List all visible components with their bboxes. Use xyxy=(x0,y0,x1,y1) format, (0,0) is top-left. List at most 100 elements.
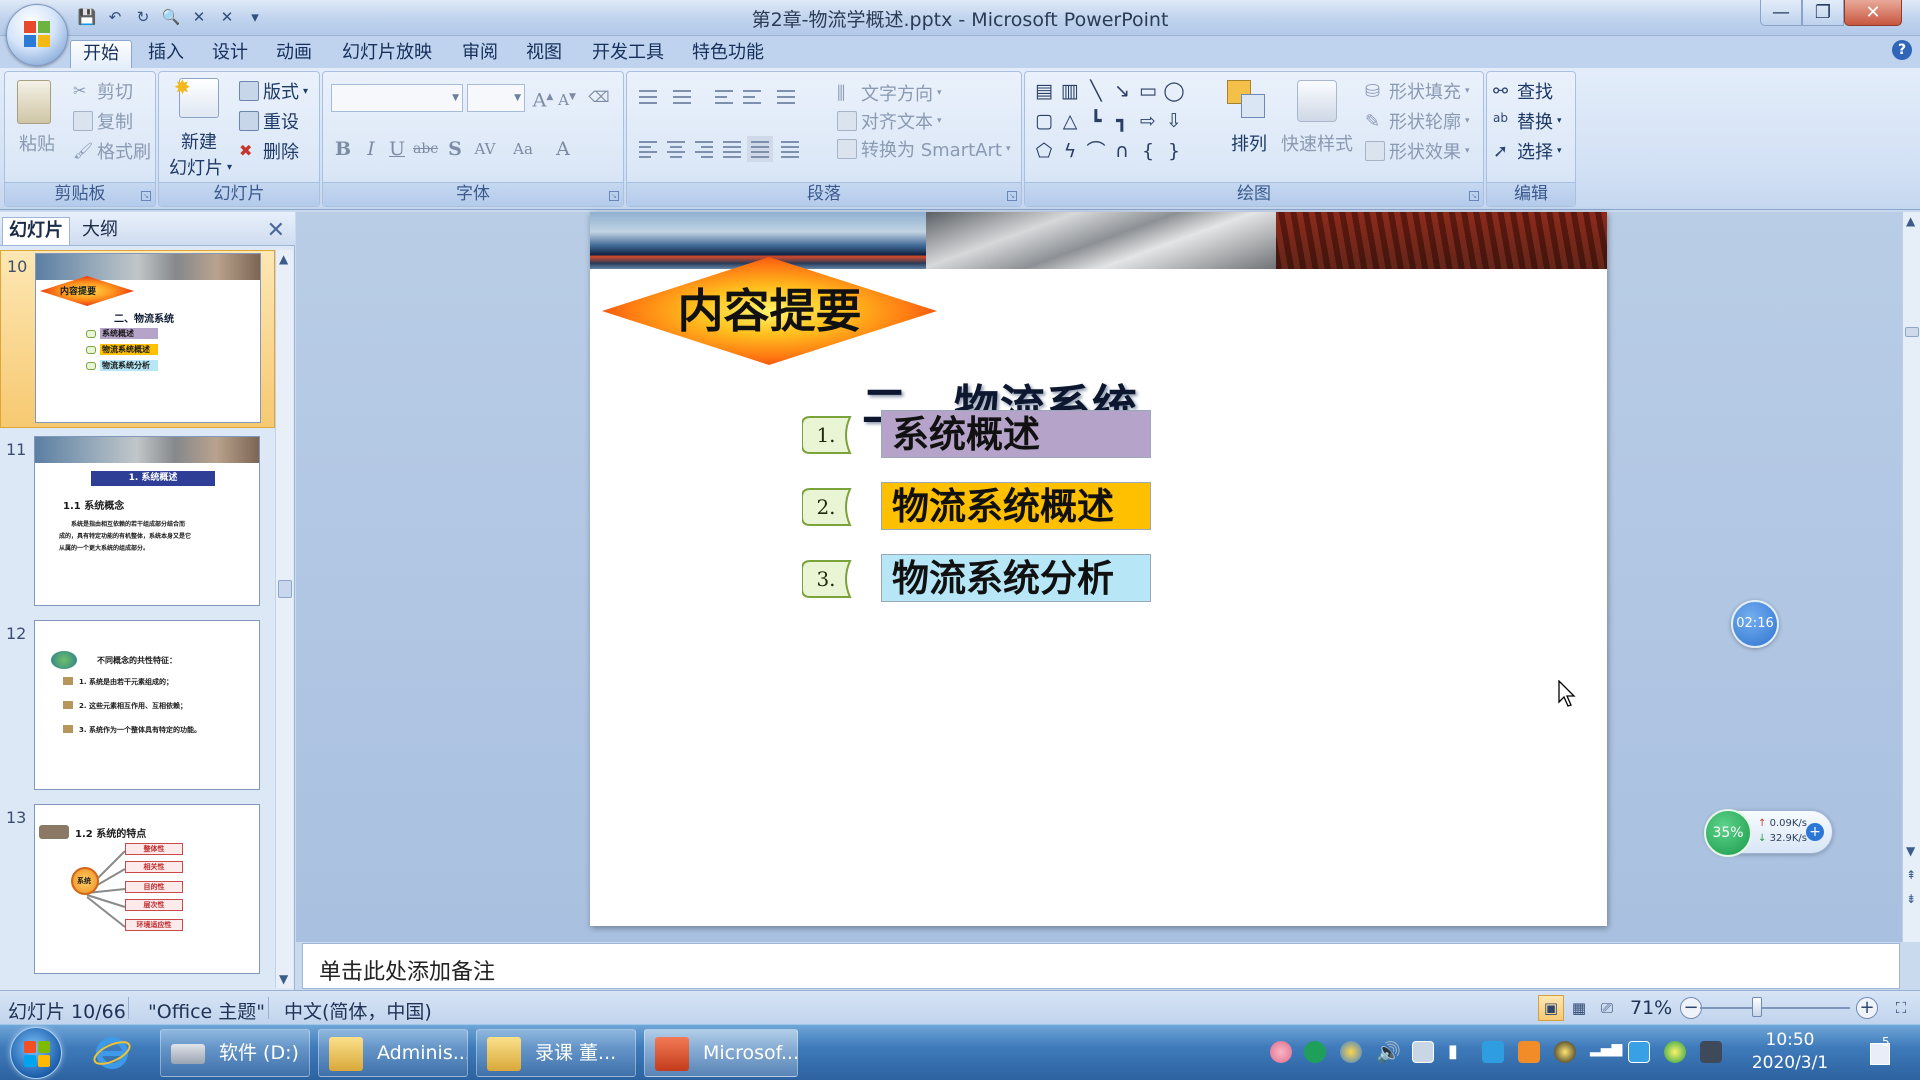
slide-thumbnail[interactable]: 12 不同概念的共性特征： 1. 系统是由若干元素组成的； 2. 这些元素相互作… xyxy=(0,618,275,796)
arrange-button[interactable]: 排列 xyxy=(1231,130,1267,156)
align-left-icon[interactable] xyxy=(635,136,661,162)
triangle-shape-icon[interactable]: △ xyxy=(1059,110,1081,132)
flower-tray-icon[interactable] xyxy=(1270,1041,1292,1063)
office-button[interactable] xyxy=(6,4,68,66)
play-tray-icon[interactable] xyxy=(1304,1041,1326,1063)
taskbar-button-drive[interactable]: 软件 (D:) xyxy=(160,1029,310,1077)
select-button[interactable]: ➚ 选择 ▾ xyxy=(1493,138,1562,164)
recording-timer[interactable]: 02:16 xyxy=(1731,600,1779,648)
tab-developer[interactable]: 开发工具 xyxy=(580,40,676,68)
taskbar-button-explorer[interactable]: Adminis... xyxy=(318,1029,468,1077)
drawing-launcher-icon[interactable]: ↘ xyxy=(1469,191,1479,201)
close-icon[interactable]: ✕ xyxy=(267,218,285,243)
language-indicator[interactable]: 中文(简体，中国) xyxy=(284,997,432,1024)
clipboard-launcher-icon[interactable]: ↘ xyxy=(141,191,151,201)
oval-shape-icon[interactable]: ◯ xyxy=(1163,80,1185,102)
decrease-indent-icon[interactable] xyxy=(711,84,737,110)
copy-button[interactable]: 复制 xyxy=(73,108,133,134)
layout-button[interactable]: 版式 ▾ xyxy=(239,78,308,104)
line-shape-icon[interactable]: ╲ xyxy=(1085,80,1107,102)
align-text-button[interactable]: 对齐文本 ▾ xyxy=(837,108,942,134)
new-slide-dropdown[interactable]: 幻灯片 ▾ xyxy=(169,154,232,180)
tab-slides[interactable]: 幻灯片 xyxy=(2,217,70,245)
new-slide-button[interactable]: 新建 xyxy=(181,128,217,154)
plus-icon[interactable]: + xyxy=(1806,823,1824,841)
distributed-icon[interactable] xyxy=(747,136,773,162)
notes-pane[interactable]: 单击此处添加备注 xyxy=(302,943,1900,989)
scrollbar-thumb[interactable] xyxy=(1905,327,1919,337)
item-box[interactable]: 物流系统分析 xyxy=(881,554,1151,602)
columns-icon[interactable] xyxy=(777,136,803,162)
left-brace-shape-icon[interactable]: { xyxy=(1137,140,1159,162)
replace-button[interactable]: ab 替换 ▾ xyxy=(1493,108,1562,134)
arrow-line-shape-icon[interactable]: ↘ xyxy=(1111,80,1133,102)
slide-thumbnail[interactable]: 13 1.2 系统的特点 系统 整体性 相关性 目的性 层次性 环境适应性 xyxy=(0,802,275,980)
underline-icon[interactable]: U xyxy=(385,136,409,162)
right-arrow-shape-icon[interactable]: ⇨ xyxy=(1137,110,1159,132)
tab-review[interactable]: 审阅 xyxy=(450,40,510,68)
font-launcher-icon[interactable]: ↘ xyxy=(609,191,619,201)
system-clock[interactable]: 10:50 2020/3/1 xyxy=(1740,1029,1840,1075)
display-tray-icon[interactable] xyxy=(1628,1041,1650,1063)
slide-thumbnail[interactable]: 11 1. 系统概述 1.1 系统概念 系统是指由相互依赖的若干组成部分结合而 … xyxy=(0,434,275,612)
cut-button[interactable]: ✂ 剪切 xyxy=(73,78,133,104)
rectangle-shape-icon[interactable]: ▭ xyxy=(1137,80,1159,102)
line-spacing-icon[interactable] xyxy=(773,84,799,110)
align-right-icon[interactable] xyxy=(691,136,717,162)
tab-design[interactable]: 设计 xyxy=(200,40,260,68)
italic-icon[interactable]: I xyxy=(359,136,383,162)
fit-to-window-icon[interactable]: ⛶ xyxy=(1888,995,1914,1021)
slide-thumbnail[interactable]: 10 内容提要 二、物流系统 系统概述 物流系统概述 物流系统分析 xyxy=(0,250,275,428)
text-direction-button[interactable]: ⫼ 文字方向 ▾ xyxy=(837,80,942,106)
reset-button[interactable]: 重设 xyxy=(239,108,299,134)
tab-special-features[interactable]: 特色功能 xyxy=(680,40,776,68)
signal-icon[interactable]: ▂▄▆ xyxy=(1590,1041,1622,1063)
vertical-textbox-shape-icon[interactable]: ▥ xyxy=(1059,80,1081,102)
help-icon[interactable]: ? xyxy=(1892,40,1912,60)
scroll-up-icon[interactable]: ▲ xyxy=(1906,214,1915,228)
convert-smartart-button[interactable]: 转换为 SmartArt ▾ xyxy=(837,136,1010,162)
quick-styles-button[interactable]: 快速样式 xyxy=(1281,130,1353,156)
maximize-button[interactable]: ❐ xyxy=(1802,0,1844,26)
slideshow-view-icon[interactable]: ⎚ xyxy=(1594,995,1620,1021)
paste-button[interactable]: 粘贴 xyxy=(19,130,55,156)
slide-canvas[interactable]: 内容提要 二、物流系统 1. 系统概述 2. 物流系统概述 3. 物流系统分析 xyxy=(590,212,1607,926)
elbow-arrow-icon[interactable]: ┓ xyxy=(1111,110,1133,132)
network-monitor-widget[interactable]: 35% ↑ 0.09K/s ↓ 32.9K/s + xyxy=(1704,809,1833,857)
input-method-icon[interactable] xyxy=(1700,1041,1722,1063)
increase-indent-icon[interactable] xyxy=(739,84,765,110)
arc-shape-icon[interactable]: ⌒ xyxy=(1085,140,1107,162)
shape-effects-button[interactable]: 形状效果 ▾ xyxy=(1365,138,1470,164)
find-button[interactable]: ⚯ 查找 xyxy=(1493,78,1553,104)
item-box[interactable]: 物流系统概述 xyxy=(881,482,1151,530)
slide-scrollbar[interactable]: ▲ ▼ ⇞ ⇟ xyxy=(1902,212,1920,942)
close-button[interactable]: ✕ xyxy=(1844,0,1902,26)
shape-outline-button[interactable]: ✎ 形状轮廓 ▾ xyxy=(1365,108,1470,134)
start-button[interactable] xyxy=(10,1027,62,1079)
zoom-slider[interactable] xyxy=(1700,1007,1850,1009)
normal-view-icon[interactable]: ▣ xyxy=(1538,995,1564,1021)
qq-tray-icon[interactable] xyxy=(1554,1041,1576,1063)
tab-animations[interactable]: 动画 xyxy=(264,40,324,68)
scroll-up-icon[interactable]: ▲ xyxy=(279,252,288,266)
taskbar-button-powerpoint[interactable]: Microsof... xyxy=(644,1029,798,1077)
font-color-icon[interactable]: A xyxy=(551,136,575,162)
minimize-button[interactable]: — xyxy=(1760,0,1802,26)
lightning-shape-icon[interactable]: ϟ xyxy=(1059,140,1081,162)
freeform-shape-icon[interactable]: ⬠ xyxy=(1033,140,1055,162)
bold-icon[interactable]: B xyxy=(331,136,355,162)
taskbar-button-recording[interactable]: 录课 董... xyxy=(476,1029,636,1077)
rounded-rect-shape-icon[interactable]: ▢ xyxy=(1033,110,1055,132)
align-center-icon[interactable] xyxy=(663,136,689,162)
volume-icon[interactable]: 🔊 xyxy=(1376,1041,1401,1063)
network-icon[interactable] xyxy=(1412,1041,1434,1063)
security-tray-icon[interactable] xyxy=(1340,1041,1362,1063)
paragraph-launcher-icon[interactable]: ↘ xyxy=(1007,191,1017,201)
battery-icon[interactable]: ▮ xyxy=(1448,1041,1470,1063)
clear-formatting-icon[interactable]: ⌫ xyxy=(587,84,611,110)
media-tray-icon[interactable] xyxy=(1482,1041,1504,1063)
scroll-down-icon[interactable]: ▼ xyxy=(1906,844,1915,858)
justify-icon[interactable] xyxy=(719,136,745,162)
previous-slide-icon[interactable]: ⇞ xyxy=(1906,868,1916,882)
slide-sorter-icon[interactable]: ▦ xyxy=(1566,995,1592,1021)
